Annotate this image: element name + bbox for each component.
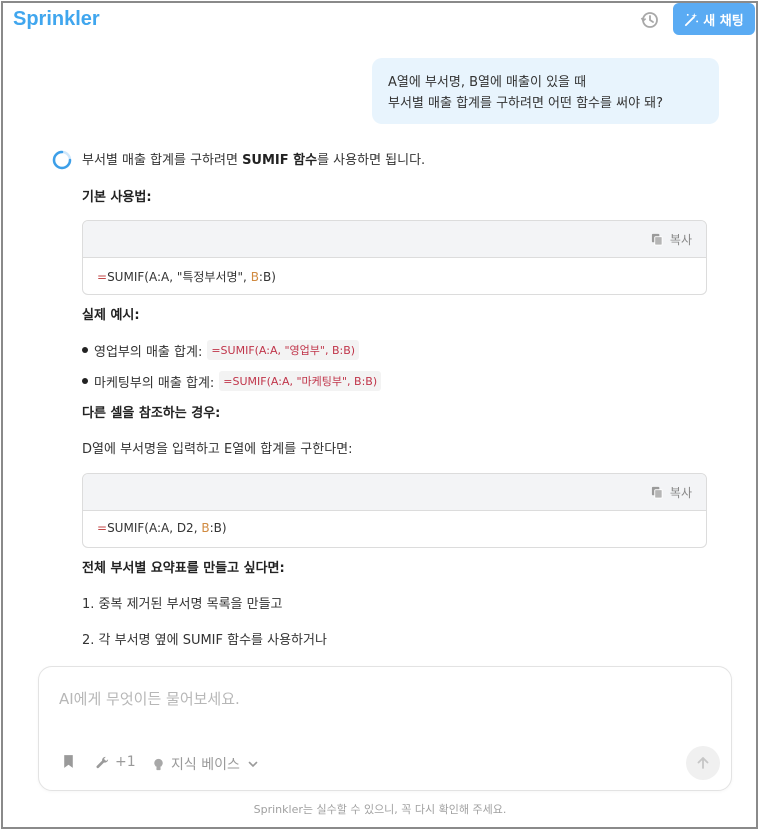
send-button[interactable] bbox=[686, 746, 720, 780]
heading-cell-reference: 다른 셀을 참조하는 경우: bbox=[82, 406, 221, 421]
list-item: 영업부의 매출 합계: =SUMIF(A:A, "영업부", B:B) bbox=[82, 340, 360, 360]
code-block-header: 복사 bbox=[83, 474, 706, 511]
copy-button[interactable]: 복사 bbox=[651, 231, 692, 248]
code-block: 복사 =SUMIF(A:A, D2, B:B) bbox=[82, 473, 707, 548]
tools-count: +1 bbox=[115, 754, 136, 770]
code-token: :B) bbox=[258, 270, 276, 284]
chevron-down-icon bbox=[248, 761, 258, 768]
copy-label: 복사 bbox=[669, 233, 692, 247]
copy-icon bbox=[651, 486, 663, 499]
history-icon[interactable] bbox=[640, 10, 660, 30]
list-item-label: 마케팅부의 매출 합계: bbox=[94, 375, 215, 391]
bookmark-icon bbox=[64, 755, 73, 768]
wrench-icon bbox=[96, 756, 109, 768]
code-token: = bbox=[97, 521, 108, 535]
code-token: SUMIF(A:A, "특정부서명", bbox=[107, 270, 251, 284]
app-logo: Sprinkler bbox=[13, 8, 100, 30]
copy-button[interactable]: 복사 bbox=[651, 484, 692, 501]
code-block: 복사 =SUMIF(A:A, "특정부서명", B:B) bbox=[82, 220, 707, 295]
code-line: =SUMIF(A:A, "특정부서명", B:B) bbox=[97, 268, 276, 285]
intro-highlight: SUMIF 함수 bbox=[242, 153, 318, 168]
lightbulb-icon bbox=[154, 758, 163, 770]
code-token: SUMIF(A:A, D2, bbox=[107, 521, 202, 535]
user-message-line: A열에 부서명, B열에 매출이 있을 때 bbox=[388, 75, 587, 90]
knowledge-base-label: 지식 베이스 bbox=[171, 757, 240, 773]
heading-basic-usage: 기본 사용법: bbox=[82, 190, 152, 205]
user-message-line: 부서별 매출 합계를 구하려면 어떤 함수를 써야 돼? bbox=[388, 96, 664, 111]
step-item: 2. 각 부서명 옆에 SUMIF 함수를 사용하거나 bbox=[82, 633, 327, 648]
bullet bbox=[82, 378, 88, 384]
intro-text-end: 를 사용하면 됩니다. bbox=[317, 153, 426, 168]
new-chat-label: 새 채팅 bbox=[703, 13, 744, 29]
disclaimer-text: Sprinkler는 실수할 수 있으니, 꼭 다시 확인해 주세요. bbox=[253, 803, 507, 816]
arrow-up-icon bbox=[697, 757, 709, 769]
knowledge-base-dropdown[interactable]: 지식 베이스 bbox=[151, 754, 259, 774]
copy-icon bbox=[651, 233, 663, 246]
code-token: B bbox=[250, 270, 259, 284]
bullet bbox=[82, 347, 88, 353]
inline-code: =SUMIF(A:A, "영업부", B:B) bbox=[207, 340, 360, 360]
copy-label: 복사 bbox=[669, 486, 692, 500]
code-line: =SUMIF(A:A, D2, B:B) bbox=[97, 521, 227, 535]
code-token: :B) bbox=[209, 521, 227, 535]
message-input[interactable]: AI에게 무엇이든 물어보세요. bbox=[59, 688, 240, 709]
new-chat-button[interactable]: 새 채팅 bbox=[673, 3, 755, 35]
heading-example: 실제 예시: bbox=[82, 308, 140, 323]
list-item-label: 영업부의 매출 합계: bbox=[94, 344, 203, 360]
tools-button[interactable]: +1 bbox=[95, 754, 136, 770]
magic-wand-icon bbox=[685, 12, 699, 26]
intro-text: 부서별 매출 합계를 구하려면 bbox=[82, 153, 243, 168]
heading-summary-table: 전체 부서별 요약표를 만들고 싶다면: bbox=[82, 561, 285, 576]
step-item: 1. 중복 제거된 부서명 목록을 만들고 bbox=[82, 597, 283, 612]
answer-intro: 부서별 매출 합계를 구하려면 SUMIF 함수를 사용하면 됩니다. bbox=[82, 149, 425, 168]
loading-spinner-icon bbox=[52, 150, 72, 170]
code-block-header: 복사 bbox=[83, 221, 706, 258]
reference-text: D열에 부서명을 입력하고 E열에 합계를 구한다면: bbox=[82, 442, 353, 457]
inline-code: =SUMIF(A:A, "마케팅부", B:B) bbox=[219, 371, 382, 391]
user-message-bubble: A열에 부서명, B열에 매출이 있을 때 부서별 매출 합계를 구하려면 어떤… bbox=[372, 58, 719, 124]
code-token: B bbox=[201, 521, 210, 535]
bookmark-button[interactable] bbox=[61, 754, 76, 769]
code-token: = bbox=[97, 270, 108, 284]
chat-composer: AI에게 무엇이든 물어보세요. +1 지식 베이스 bbox=[38, 666, 732, 791]
list-item: 마케팅부의 매출 합계: =SUMIF(A:A, "마케팅부", B:B) bbox=[82, 371, 382, 391]
